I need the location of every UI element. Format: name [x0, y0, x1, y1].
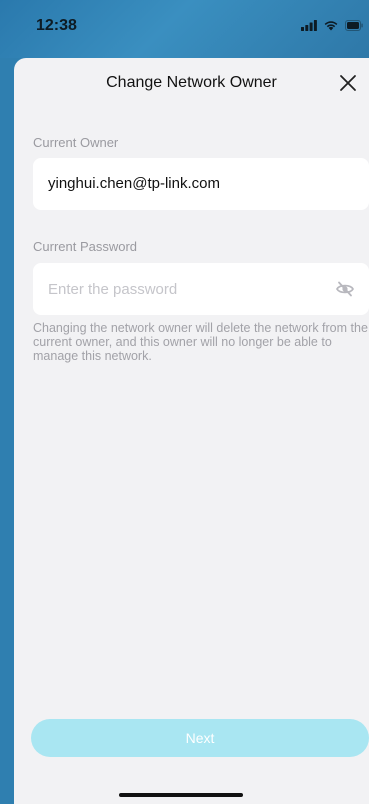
- page-title: Change Network Owner: [106, 74, 277, 91]
- current-owner-field: yinghui.chen@tp-link.com: [33, 158, 369, 210]
- signal-icon: [301, 19, 317, 31]
- current-password-field: [33, 263, 369, 315]
- next-button[interactable]: Next: [31, 719, 369, 757]
- toggle-password-visibility-button[interactable]: [335, 279, 355, 299]
- close-button[interactable]: [337, 72, 359, 94]
- home-indicator: [119, 793, 243, 797]
- owner-change-note: Changing the network owner will delete t…: [33, 321, 368, 363]
- current-password-label: Current Password: [33, 239, 138, 254]
- close-icon: [340, 75, 356, 91]
- status-time: 12:38: [36, 17, 77, 34]
- status-bar: 12:38: [0, 0, 369, 58]
- current-owner-label: Current Owner: [33, 135, 119, 150]
- modal-sheet: Change Network Owner Current Owner yingh…: [14, 58, 369, 804]
- battery-icon: [345, 19, 363, 31]
- current-owner-value: yinghui.chen@tp-link.com: [48, 175, 220, 192]
- status-icons: [301, 19, 363, 31]
- password-input[interactable]: [48, 275, 308, 303]
- wifi-icon: [324, 21, 338, 31]
- eye-off-icon: [336, 281, 354, 297]
